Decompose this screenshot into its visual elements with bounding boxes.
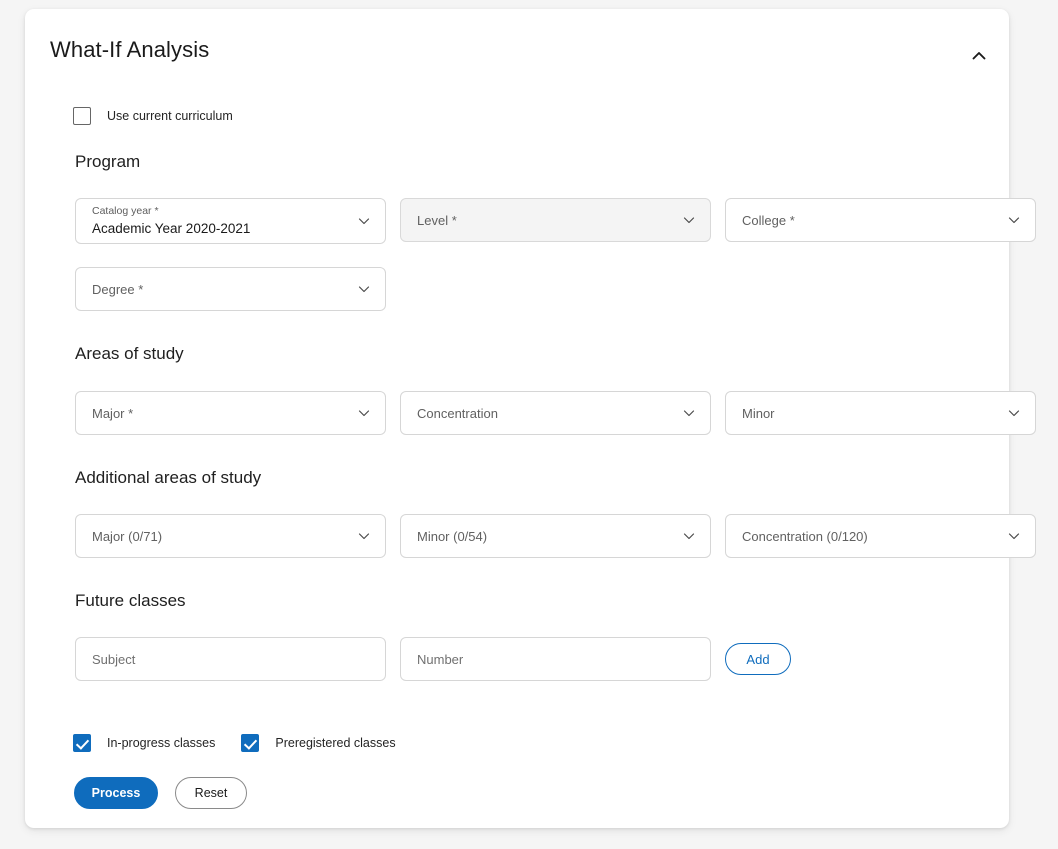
subject-input[interactable]	[75, 637, 386, 681]
form-actions: Process Reset	[74, 777, 247, 809]
concentration-placeholder: Concentration	[417, 405, 498, 421]
in-progress-classes-label: In-progress classes	[107, 736, 216, 750]
areas-of-study-fields-row: Major * Concentration Minor	[75, 391, 1036, 435]
additional-major-select[interactable]: Major (0/71)	[75, 514, 386, 558]
section-heading-future-classes: Future classes	[75, 591, 186, 610]
process-button[interactable]: Process	[74, 777, 158, 809]
minor-placeholder: Minor	[742, 405, 775, 421]
additional-minor-select[interactable]: Minor (0/54)	[400, 514, 711, 558]
chevron-down-icon	[681, 405, 697, 421]
section-heading-areas-of-study: Areas of study	[75, 344, 184, 363]
level-placeholder: Level *	[417, 212, 457, 228]
program-fields-row-2: Degree *	[75, 267, 386, 311]
section-heading-additional-areas-of-study: Additional areas of study	[75, 468, 262, 487]
additional-major-placeholder: Major (0/71)	[92, 528, 163, 544]
page-root: What-If Analysis Use current curriculum …	[0, 0, 1058, 849]
reset-button[interactable]: Reset	[175, 777, 247, 809]
chevron-down-icon	[1006, 212, 1022, 228]
class-options-row: In-progress classes Preregistered classe…	[73, 731, 396, 755]
chevron-down-icon	[1006, 528, 1022, 544]
program-fields-row-1: Catalog year * Academic Year 2020-2021 L…	[75, 198, 1036, 244]
use-current-curriculum-label: Use current curriculum	[107, 109, 233, 123]
add-future-class-button[interactable]: Add	[725, 643, 791, 675]
preregistered-classes-label: Preregistered classes	[275, 736, 396, 750]
major-select[interactable]: Major *	[75, 391, 386, 435]
catalog-year-select[interactable]: Catalog year * Academic Year 2020-2021	[75, 198, 386, 244]
college-select[interactable]: College *	[725, 198, 1036, 242]
chevron-down-icon	[1006, 405, 1022, 421]
use-current-curriculum-row: Use current curriculum	[73, 104, 233, 128]
preregistered-classes-row: Preregistered classes	[241, 731, 396, 755]
chevron-down-icon	[356, 405, 372, 421]
degree-select[interactable]: Degree *	[75, 267, 386, 311]
chevron-down-icon	[356, 281, 372, 297]
what-if-analysis-card: What-If Analysis Use current curriculum …	[25, 9, 1036, 828]
in-progress-classes-checkbox[interactable]	[73, 734, 91, 752]
chevron-up-icon	[969, 46, 989, 66]
page-title: What-If Analysis	[50, 37, 210, 62]
catalog-year-value: Academic Year 2020-2021	[92, 221, 251, 236]
concentration-select[interactable]: Concentration	[400, 391, 711, 435]
degree-placeholder: Degree *	[92, 281, 144, 297]
preregistered-classes-checkbox[interactable]	[241, 734, 260, 752]
college-placeholder: College *	[742, 212, 795, 228]
chevron-down-icon	[681, 528, 697, 544]
chevron-down-icon	[356, 528, 372, 544]
level-select[interactable]: Level *	[400, 198, 711, 242]
collapse-panel-button[interactable]	[962, 39, 996, 73]
chevron-down-icon	[681, 212, 697, 228]
number-input[interactable]	[400, 637, 711, 681]
major-placeholder: Major *	[92, 405, 134, 421]
minor-select[interactable]: Minor	[725, 391, 1036, 435]
additional-minor-placeholder: Minor (0/54)	[417, 528, 488, 544]
additional-areas-of-study-fields-row: Major (0/71) Minor (0/54) Concentration …	[75, 514, 1036, 558]
catalog-year-floating-label: Catalog year *	[92, 205, 159, 217]
use-current-curriculum-checkbox[interactable]	[73, 107, 91, 125]
in-progress-classes-row: In-progress classes	[73, 731, 215, 755]
card-header: What-If Analysis	[25, 9, 1009, 93]
future-classes-row: Add	[75, 637, 791, 681]
additional-concentration-placeholder: Concentration (0/120)	[742, 528, 868, 544]
section-heading-program: Program	[75, 152, 141, 171]
additional-concentration-select[interactable]: Concentration (0/120)	[725, 514, 1036, 558]
